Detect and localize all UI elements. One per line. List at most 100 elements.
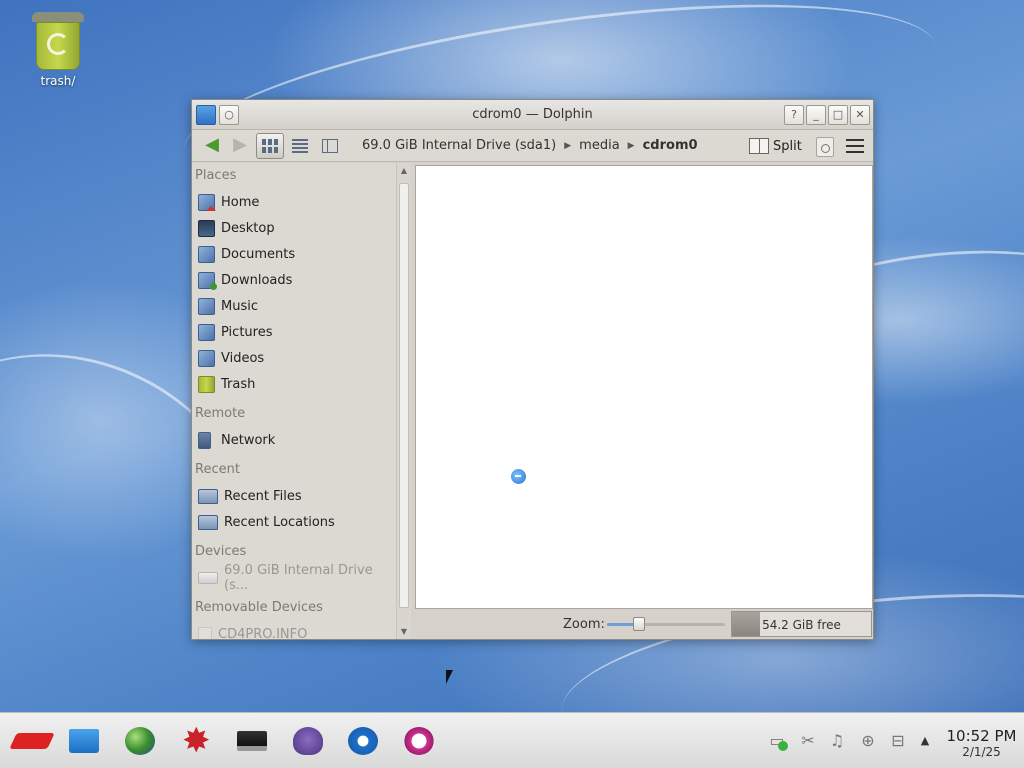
sidebar-item-home[interactable]: Home	[192, 189, 396, 215]
sidebar-item-internal-drive[interactable]: 69.0 GiB Internal Drive (s...	[192, 563, 396, 593]
sidebar-item-music[interactable]: Music	[192, 293, 396, 319]
updates-globe-icon[interactable]: ⊕	[857, 731, 879, 751]
places-panel: Places Home Desktop Documents Downloads …	[192, 163, 396, 639]
free-space-text: 54.2 GiB free	[762, 618, 841, 632]
taskbar: ▭ ✂ ♫ ⊕ ⊟ ▲ 10:52 PM 2/1/25	[0, 712, 1024, 768]
taskbar-torrent-button[interactable]	[346, 725, 380, 757]
split-view-icon	[749, 138, 769, 154]
breadcrumb-item-media[interactable]: media	[579, 138, 620, 153]
main-toolbar: ◀ ▶ 69.0 GiB Internal Drive (sda1) ▶ med…	[192, 130, 873, 162]
sidebar-item-cd4pro[interactable]: CD4PRO.INFO	[192, 621, 396, 639]
sidebar-item-label: Desktop	[221, 220, 275, 236]
scrollbar-thumb[interactable]	[399, 183, 409, 608]
clock-date[interactable]: 2/1/25	[944, 745, 1019, 759]
sidebar-item-label: Trash	[221, 376, 256, 392]
sidebar-item-desktop[interactable]: Desktop	[192, 215, 396, 241]
compact-view-button[interactable]	[286, 133, 314, 159]
sidebar-item-trash[interactable]: Trash	[192, 371, 396, 397]
taskbar-settings-button[interactable]	[178, 721, 212, 761]
sidebar-item-label: Videos	[221, 350, 265, 366]
places-scrollbar[interactable]: ▲ ▼	[396, 163, 411, 639]
sidebar-item-recent-files[interactable]: Recent Files	[192, 483, 396, 509]
clipboard-scissors-icon[interactable]: ✂	[797, 731, 819, 751]
details-view-button[interactable]	[316, 133, 344, 159]
recent-locations-folder-icon	[198, 514, 218, 530]
sidebar-item-pictures[interactable]: Pictures	[192, 319, 396, 345]
chevron-right-icon: ▶	[627, 140, 635, 151]
taskbar-browser-button[interactable]	[123, 725, 157, 757]
recent-files-folder-icon	[198, 488, 218, 504]
zoom-slider-handle[interactable]	[632, 617, 645, 631]
split-button-label: Split	[773, 138, 802, 154]
remote-header: Remote	[195, 406, 246, 421]
file-manager-icon	[69, 729, 99, 753]
terminal-icon	[237, 731, 267, 751]
pictures-folder-icon	[198, 323, 215, 341]
sidebar-item-downloads[interactable]: Downloads	[192, 267, 396, 293]
sidebar-item-label: Recent Locations	[224, 514, 335, 530]
music-folder-icon	[198, 297, 215, 315]
downloads-folder-icon	[198, 271, 217, 290]
file-view-area[interactable]	[415, 165, 873, 609]
list-icon	[292, 138, 308, 153]
breadcrumb-item-current[interactable]: cdrom0	[643, 138, 698, 153]
network-status-icon[interactable]: ⊟	[887, 731, 909, 751]
volume-icon[interactable]: ♫	[826, 731, 848, 751]
recent-header: Recent	[195, 462, 240, 477]
window-titlebar[interactable]: ○ cdrom0 — Dolphin ? _ □ ✕	[192, 100, 873, 130]
zoom-slider[interactable]	[607, 623, 725, 626]
desktop-folder-icon	[198, 219, 215, 237]
taskbar-terminal-button[interactable]	[235, 725, 269, 757]
trash-bin-icon	[30, 10, 86, 72]
maximize-button[interactable]: □	[828, 105, 848, 125]
taskbar-messenger-button[interactable]	[291, 725, 325, 757]
split-button[interactable]: Split	[745, 134, 806, 158]
sidebar-item-videos[interactable]: Videos	[192, 345, 396, 371]
scroll-down-arrow-icon[interactable]: ▼	[397, 627, 411, 636]
details-icon	[322, 138, 338, 153]
sidebar-item-network[interactable]: Network	[192, 427, 396, 453]
tray-expand-arrow-icon[interactable]: ▲	[914, 731, 936, 751]
system-settings-icon	[180, 721, 211, 761]
forward-arrow-icon[interactable]: ▶	[226, 134, 254, 158]
chat-status-icon[interactable]: ▭	[766, 731, 788, 751]
breadcrumb: 69.0 GiB Internal Drive (sda1) ▶ media ▶…	[362, 138, 698, 153]
sidebar-item-label: Documents	[221, 246, 296, 262]
hamburger-menu-icon[interactable]	[846, 139, 864, 153]
back-arrow-icon[interactable]: ◀	[198, 134, 226, 158]
desktop-trash-shortcut[interactable]: trash/	[20, 10, 96, 88]
grid-icon	[262, 138, 278, 153]
sidebar-item-label: Recent Files	[224, 488, 302, 504]
mouse-cursor-icon	[446, 670, 453, 684]
sidebar-item-recent-locations[interactable]: Recent Locations	[192, 509, 396, 535]
taskbar-media-button[interactable]	[402, 725, 436, 757]
window-title: cdrom0 — Dolphin	[472, 107, 593, 122]
network-icon	[198, 431, 211, 449]
sidebar-item-label: Home	[221, 194, 260, 210]
breadcrumb-item-drive[interactable]: 69.0 GiB Internal Drive (sda1)	[362, 138, 556, 153]
status-bar: Zoom: 54.2 GiB free	[411, 609, 873, 639]
sidebar-item-label: 69.0 GiB Internal Drive (s...	[224, 563, 373, 593]
sidebar-item-label: Pictures	[221, 324, 273, 340]
hard-drive-icon	[198, 572, 218, 584]
application-launcher-button[interactable]	[4, 725, 48, 757]
start-menu-icon	[11, 727, 41, 755]
close-button[interactable]: ✕	[850, 105, 870, 125]
optical-disc-icon	[198, 627, 212, 639]
torrent-client-icon	[348, 727, 378, 755]
icons-view-button[interactable]	[256, 132, 284, 159]
loading-spinner-icon	[511, 469, 526, 484]
search-icon[interactable]	[816, 137, 834, 157]
taskbar-files-button[interactable]	[67, 725, 101, 757]
documents-folder-icon	[198, 245, 215, 263]
devices-header: Devices	[195, 544, 247, 559]
sidebar-item-label: CD4PRO.INFO	[218, 626, 308, 640]
sidebar-item-label: Network	[221, 432, 276, 448]
free-space-indicator: 54.2 GiB free	[731, 611, 872, 637]
sidebar-item-documents[interactable]: Documents	[192, 241, 396, 267]
clock-time[interactable]: 10:52 PM	[944, 727, 1019, 745]
minimize-button[interactable]: _	[806, 105, 826, 125]
scroll-up-arrow-icon[interactable]: ▲	[397, 166, 411, 175]
help-button[interactable]: ?	[784, 105, 804, 125]
desktop-trash-label: trash/	[40, 74, 76, 88]
